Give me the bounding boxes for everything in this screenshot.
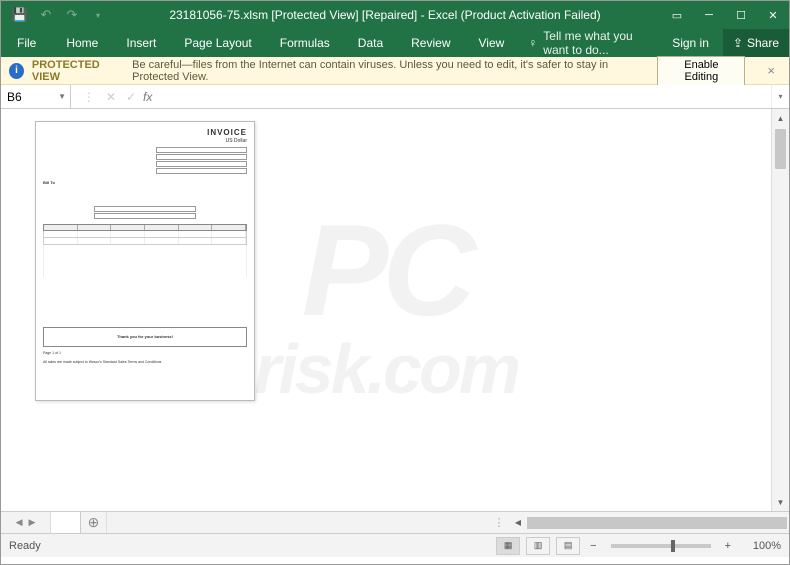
zoom-out-button[interactable]: − xyxy=(586,540,600,552)
lightbulb-icon: ♀ xyxy=(528,36,537,50)
normal-view-button[interactable]: ▦ xyxy=(496,537,520,555)
share-button[interactable]: ⇪ Share xyxy=(723,29,789,57)
scroll-left-icon[interactable]: ◀ xyxy=(509,518,527,527)
save-icon[interactable]: 💾 xyxy=(9,4,31,26)
chevron-down-icon[interactable]: ▼ xyxy=(58,92,66,101)
tab-view[interactable]: View xyxy=(465,29,519,57)
file-tab[interactable]: File xyxy=(1,29,52,57)
info-icon: i xyxy=(9,63,24,79)
table-row xyxy=(43,238,247,245)
zoom-in-button[interactable]: + xyxy=(721,540,735,552)
share-icon: ⇪ xyxy=(733,36,743,50)
invoice-subheading: US Dollar xyxy=(43,138,247,144)
tab-home[interactable]: Home xyxy=(52,29,112,57)
page-break-view-button[interactable]: ▤ xyxy=(556,537,580,555)
protected-view-close-icon[interactable]: × xyxy=(761,63,781,78)
sign-in-button[interactable]: Sign in xyxy=(658,29,723,57)
zoom-level[interactable]: 100% xyxy=(741,540,781,552)
ribbon-options-icon[interactable]: ▭ xyxy=(661,1,693,29)
formula-bar: B6 ▼ ⋮ ✕ ✓ fx ▾ xyxy=(1,85,789,109)
invoice-thanks: Thank you for your business! xyxy=(43,327,247,347)
tab-insert[interactable]: Insert xyxy=(112,29,170,57)
sheet-nav[interactable]: ◀▶ xyxy=(1,512,51,533)
title-bar: 💾 ↶ ↷ ▾ 23181056-75.xlsm [Protected View… xyxy=(1,1,789,29)
status-bar: Ready ▦ ▥ ▤ − + 100% xyxy=(1,533,789,557)
minimize-button[interactable]: ─ xyxy=(693,1,725,29)
zoom-slider[interactable] xyxy=(611,544,711,548)
sheet-canvas[interactable]: PC risk.com INVOICE US Dollar Bill To xyxy=(1,109,771,511)
formula-input[interactable] xyxy=(163,85,771,108)
invoice-footer-page: Page 1 of 1 xyxy=(43,351,247,355)
invoice-table-header xyxy=(43,224,247,231)
scroll-thumb[interactable] xyxy=(775,129,786,169)
tab-data[interactable]: Data xyxy=(344,29,397,57)
zoom-slider-thumb[interactable] xyxy=(671,540,675,552)
scroll-up-icon[interactable]: ▲ xyxy=(772,109,789,127)
protected-view-message: Be careful—files from the Internet can c… xyxy=(132,59,649,83)
redo-icon[interactable]: ↷ xyxy=(61,4,83,26)
tab-review[interactable]: Review xyxy=(397,29,464,57)
status-ready: Ready xyxy=(9,540,41,552)
protected-view-bar: i PROTECTED VIEW Be careful—files from t… xyxy=(1,57,789,85)
worksheet-area: PC risk.com INVOICE US Dollar Bill To xyxy=(1,109,789,511)
invoice-heading: INVOICE xyxy=(43,128,247,138)
hscroll-thumb[interactable] xyxy=(527,517,787,529)
scroll-down-icon[interactable]: ▼ xyxy=(772,493,789,511)
tell-me-placeholder: Tell me what you want to do... xyxy=(543,29,658,57)
sheet-tab[interactable] xyxy=(51,512,81,533)
enter-icon: ✓ xyxy=(121,85,141,108)
formula-bar-expand-icon[interactable]: ▾ xyxy=(771,85,789,108)
cancel-icon: ✕ xyxy=(101,85,121,108)
invoice-document: INVOICE US Dollar Bill To Thank you fo xyxy=(35,121,255,401)
ribbon-tabs: File Home Insert Page Layout Formulas Da… xyxy=(1,29,789,57)
name-box[interactable]: B6 ▼ xyxy=(1,85,71,108)
undo-icon[interactable]: ↶ xyxy=(35,4,57,26)
new-sheet-button[interactable]: ⊕ xyxy=(81,512,107,533)
maximize-button[interactable]: ☐ xyxy=(725,1,757,29)
invoice-footer-terms: All sales are made subject to Wesco's St… xyxy=(43,360,247,364)
tab-split-handle[interactable]: ⋮ xyxy=(489,512,509,533)
vertical-scrollbar[interactable]: ▲ ▼ xyxy=(771,109,789,511)
enable-editing-button[interactable]: Enable Editing xyxy=(657,56,745,86)
page-layout-view-button[interactable]: ▥ xyxy=(526,537,550,555)
formula-bar-separator: ⋮ xyxy=(71,85,101,108)
tell-me-search[interactable]: ♀ Tell me what you want to do... xyxy=(518,29,658,57)
qat-dropdown-icon[interactable]: ▾ xyxy=(87,4,109,26)
protected-view-title: PROTECTED VIEW xyxy=(32,59,124,83)
window-title: 23181056-75.xlsm [Protected View] [Repai… xyxy=(109,8,661,22)
tab-formulas[interactable]: Formulas xyxy=(266,29,344,57)
close-button[interactable]: ✕ xyxy=(757,1,789,29)
fx-label[interactable]: fx xyxy=(141,85,163,108)
horizontal-scrollbar[interactable]: ◀ ▶ xyxy=(509,512,789,533)
table-row xyxy=(43,231,247,238)
tab-page-layout[interactable]: Page Layout xyxy=(170,29,265,57)
sheet-tab-bar: ◀▶ ⊕ ⋮ ◀ ▶ xyxy=(1,511,789,533)
